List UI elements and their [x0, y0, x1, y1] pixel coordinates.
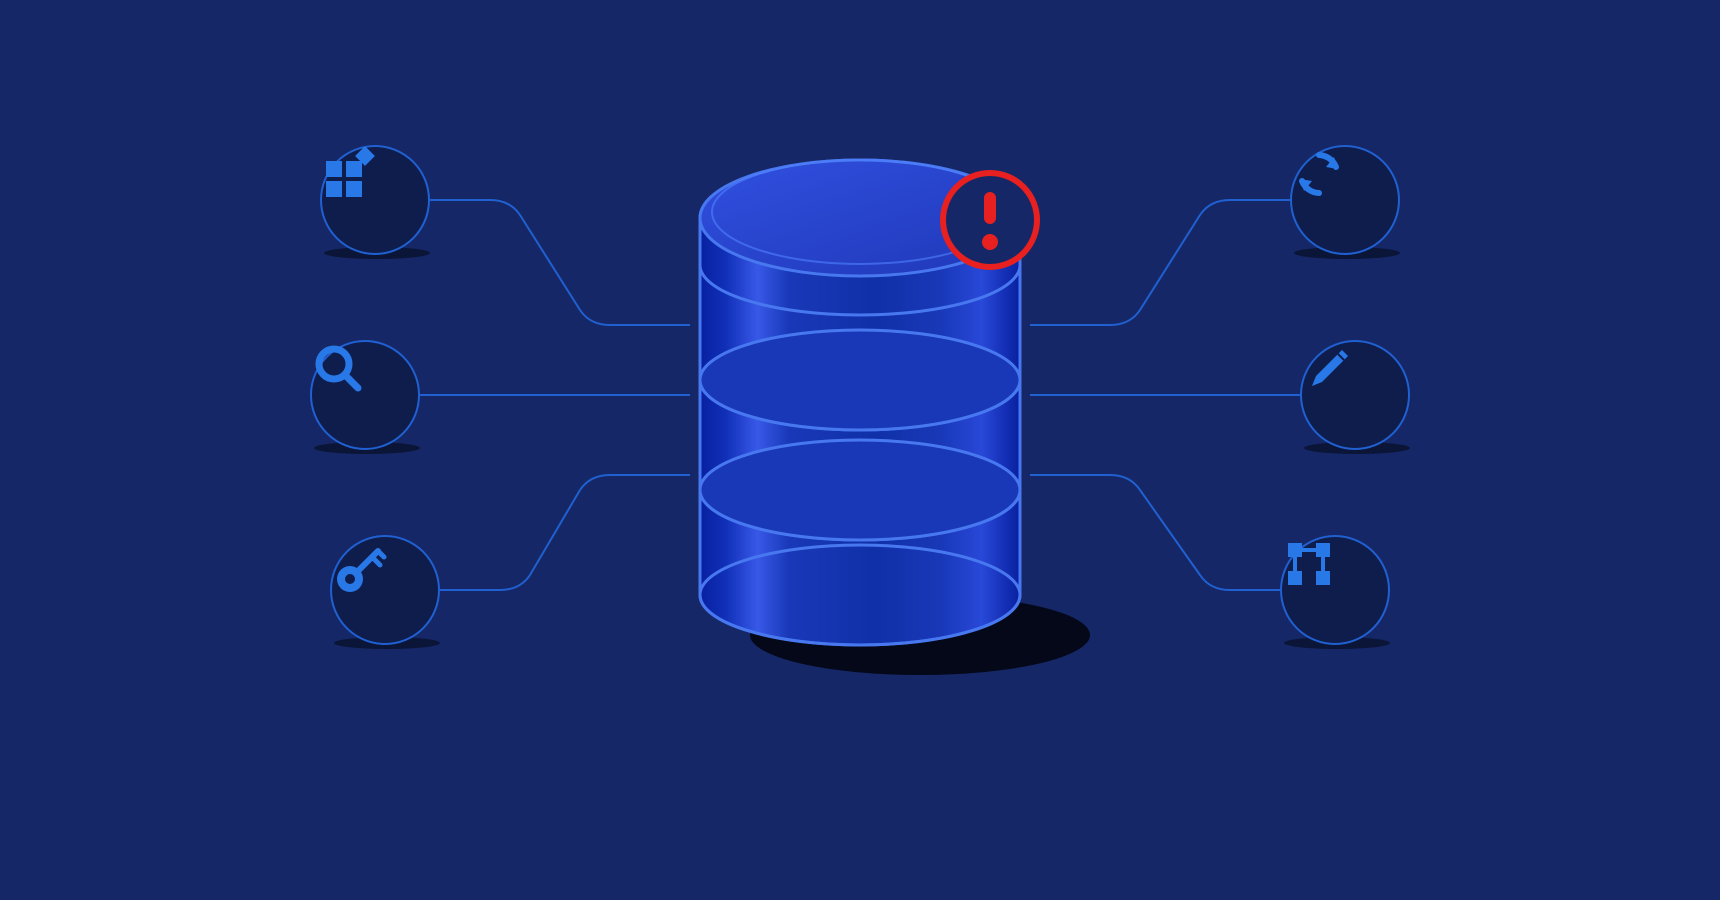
alert-badge — [0, 0, 1720, 900]
database-diagram — [0, 0, 1720, 900]
